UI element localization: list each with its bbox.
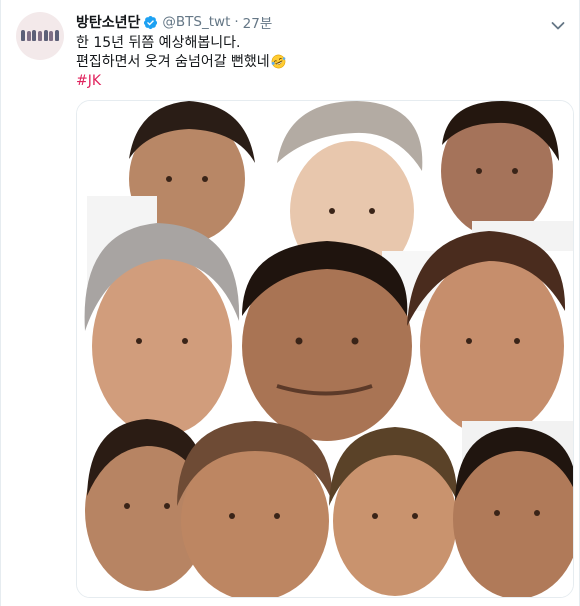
chevron-down-icon[interactable] <box>551 16 565 30</box>
face-collage-image <box>77 101 573 597</box>
tweet-hashtag-line: #JK <box>76 72 556 91</box>
avatar[interactable] <box>16 12 64 60</box>
tweet-media-photo[interactable] <box>76 100 574 598</box>
rolling-on-the-floor-laughing-emoji-icon <box>271 54 286 69</box>
avatar-group-photo <box>21 29 59 41</box>
face-5 <box>242 241 412 441</box>
face-10 <box>453 427 573 597</box>
tweet-text-line-2: 편집하면서 웃겨 숨넘어갈 뻔했네 <box>76 54 270 70</box>
tweet-text: 한 15년 뒤쯤 예상해봅니다. 편집하면서 웃겨 숨넘어갈 뻔했네 #JK <box>76 34 556 91</box>
tweet-header: 방탄소년단 @BTS_twt · 27분 <box>76 12 272 32</box>
separator-dot: · <box>234 14 239 30</box>
tweet-text-line-2-wrap: 편집하면서 웃겨 숨넘어갈 뻔했네 <box>76 53 556 72</box>
tweet[interactable]: 방탄소년단 @BTS_twt · 27분 한 15년 뒤쯤 예상해봅니다. 편집… <box>0 0 580 606</box>
face-8 <box>177 421 333 597</box>
user-handle[interactable]: @BTS_twt <box>162 14 230 30</box>
tweet-text-line-1: 한 15년 뒤쯤 예상해봅니다. <box>76 35 241 51</box>
display-name[interactable]: 방탄소년단 <box>76 12 140 32</box>
tweet-timestamp[interactable]: 27분 <box>243 12 273 32</box>
hashtag-link[interactable]: #JK <box>76 73 101 89</box>
verified-badge-icon <box>143 15 158 30</box>
